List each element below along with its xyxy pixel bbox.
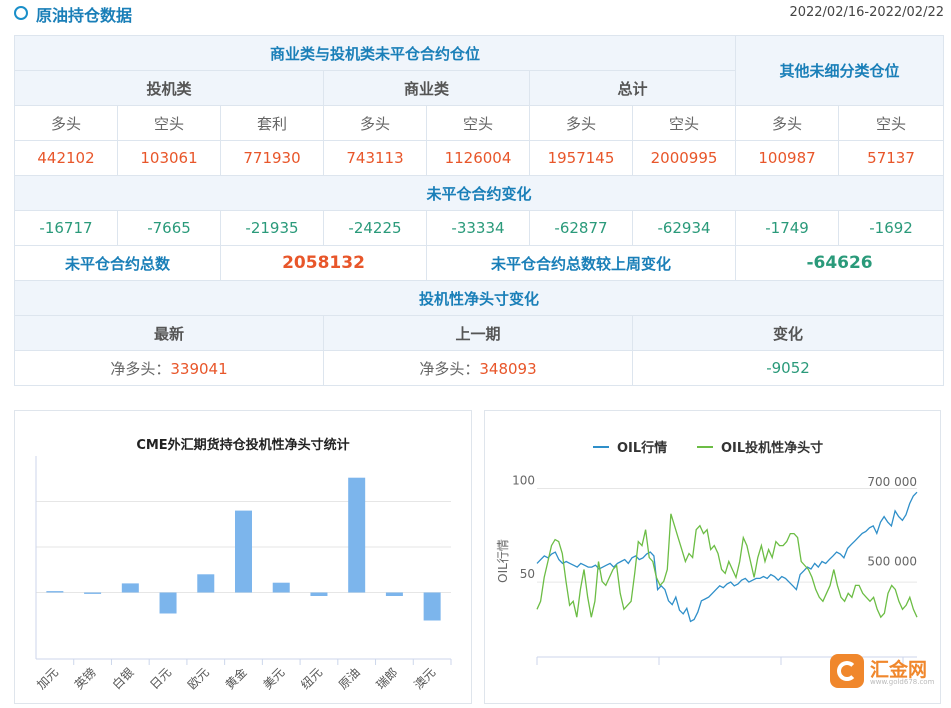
bar-原油[interactable] [348, 477, 366, 593]
net-long-label: 净多头： [110, 359, 171, 378]
right-tick-label: 500 000 [867, 554, 917, 568]
net-prev-header: 上一期 [323, 315, 633, 351]
change-cell: -7665 [117, 210, 221, 246]
chart-title: CME外汇期货持仓投机性净头寸统计 [136, 437, 349, 453]
net-position-bar-chart-panel: CME外汇期货持仓投机性净头寸统计 加元 英镑 白银 日元 欧元 黄金 美元 纽元 原油 瑞郎 澳元 [14, 410, 472, 704]
bar-黄金[interactable] [235, 510, 252, 593]
position-cell: 100987 [735, 140, 840, 176]
position-cell: 771930 [220, 140, 324, 176]
col-header: 多头 [735, 105, 840, 141]
total-oi-change-value: -64626 [735, 245, 945, 281]
col-header: 空头 [117, 105, 221, 141]
legend-label[interactable]: OIL行情 [617, 440, 667, 456]
section-net: 投机性净头寸变化 [13, 280, 945, 316]
series-line[interactable] [536, 491, 918, 623]
page-header: 原油持仓数据 2022/02/16-2022/02/22 [14, 0, 944, 28]
net-latest-cell: 净多头：339041 [14, 350, 324, 386]
bar-美元[interactable] [272, 582, 290, 593]
x-tick-label: 日元 [147, 665, 174, 692]
page-title: 原油持仓数据 [36, 6, 133, 25]
net-prev-cell: 净多头：348093 [323, 350, 633, 386]
right-tick-label: 700 000 [867, 475, 917, 489]
position-cell: 442102 [14, 140, 118, 176]
col-header: 空头 [631, 105, 737, 141]
col-header: 套利 [220, 105, 324, 141]
col-header: 多头 [14, 105, 118, 141]
bar-澳元[interactable] [423, 592, 441, 621]
x-tick-label: 澳元 [411, 665, 438, 692]
net-change-value: -9052 [631, 350, 945, 386]
section-change: 未平仓合约变化 [13, 175, 945, 211]
watermark: 汇金网 www.gold678.com [830, 654, 940, 688]
gold678-logo-icon [830, 654, 864, 688]
bar-欧元[interactable] [197, 574, 215, 593]
position-cell: 103061 [117, 140, 221, 176]
col-header: 多头 [529, 105, 633, 141]
net-latest-header: 最新 [14, 315, 324, 351]
circle-icon [14, 6, 28, 20]
net-change-header: 变化 [631, 315, 945, 351]
total-oi-label: 未平仓合约总数 [14, 245, 221, 281]
changes-row: -16717 -7665 -21935 -24225 -33334 -62877… [14, 210, 945, 246]
x-tick-label: 加元 [34, 665, 61, 692]
change-cell: -1692 [838, 210, 945, 246]
date-range: 2022/02/16-2022/02/22 [789, 5, 944, 20]
col-header: 空头 [838, 105, 945, 141]
x-tick-label: 美元 [260, 665, 287, 692]
change-cell: -62877 [529, 210, 633, 246]
bar-加元[interactable] [46, 591, 64, 593]
change-cell: -21935 [220, 210, 324, 246]
watermark-url: www.gold678.com [870, 678, 935, 686]
bar-瑞郎[interactable] [385, 592, 403, 597]
x-tick-label: 白银 [109, 665, 137, 693]
cot-table: 商业类与投机类未平仓合约仓位 其他未细分类仓位 投机类 商业类 总计 多头 空头… [13, 35, 945, 386]
change-cell: -62934 [631, 210, 737, 246]
change-cell: -33334 [426, 210, 530, 246]
positions-row: 442102 103061 771930 743113 1126004 1957… [14, 140, 945, 176]
bar-纽元[interactable] [310, 592, 328, 597]
total-oi-change-label: 未平仓合约总数较上周变化 [425, 245, 737, 281]
left-tick-label: 50 [520, 567, 535, 581]
net-position-bar-chart: CME外汇期货持仓投机性净头寸统计 加元 英镑 白银 日元 欧元 黄金 美元 纽元 原油 瑞郎 澳元 [34, 437, 452, 693]
left-tick-label: 100 [512, 473, 535, 487]
net-long-label: 净多头： [419, 359, 480, 378]
position-cell: 57137 [838, 140, 945, 176]
position-cell: 1957145 [529, 140, 633, 176]
bar-英镑[interactable] [84, 592, 102, 594]
net-prev-value: 348093 [479, 359, 537, 378]
group-commercial: 商业类 [323, 70, 530, 106]
x-tick-label: 欧元 [185, 665, 212, 692]
section-other: 其他未细分类仓位 [735, 35, 945, 106]
x-tick-label: 原油 [336, 665, 363, 692]
section-commercial-speculative: 商业类与投机类未平仓合约仓位 [13, 35, 737, 71]
x-tick-label: 黄金 [222, 665, 250, 693]
position-cell: 743113 [323, 140, 427, 176]
change-cell: -16717 [14, 210, 118, 246]
group-total: 总计 [528, 70, 737, 106]
bar-日元[interactable] [159, 592, 177, 614]
change-cell: -1749 [735, 210, 840, 246]
x-tick-label: 纽元 [298, 665, 325, 692]
position-cell: 2000995 [631, 140, 737, 176]
legend-label[interactable]: OIL投机性净头寸 [721, 440, 823, 456]
x-tick-label: 英镑 [71, 665, 99, 693]
y-axis-title: OIL行情 [496, 539, 510, 583]
total-oi-value: 2058132 [220, 245, 427, 281]
net-latest-value: 339041 [170, 359, 228, 378]
col-header: 空头 [426, 105, 530, 141]
bar-白银[interactable] [121, 583, 139, 593]
x-tick-label: 瑞郎 [374, 665, 401, 692]
position-cell: 1126004 [426, 140, 530, 176]
group-speculative: 投机类 [14, 70, 324, 106]
change-cell: -24225 [323, 210, 427, 246]
col-header: 多头 [323, 105, 427, 141]
